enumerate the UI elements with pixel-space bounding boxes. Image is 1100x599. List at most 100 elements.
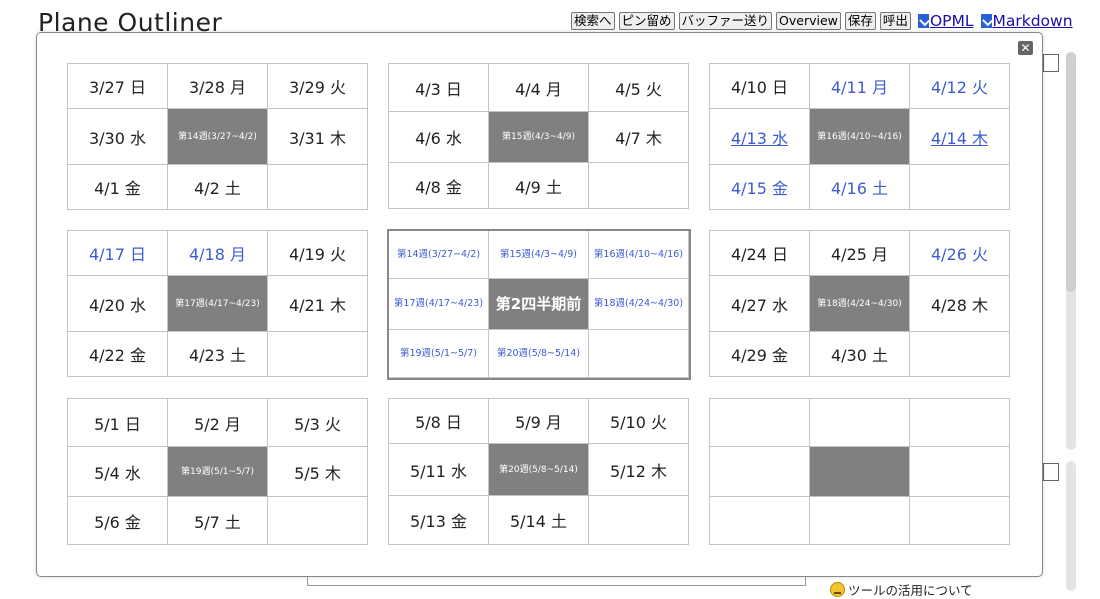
- quarter-week-link[interactable]: 第18週(4/24~4/30): [589, 279, 689, 330]
- close-icon[interactable]: ✕: [1018, 41, 1033, 55]
- day-cell[interactable]: 4/11 月: [810, 64, 910, 109]
- search-button[interactable]: 検索へ: [571, 12, 615, 30]
- week-cell[interactable]: 第14週(3/27~4/2): [168, 109, 268, 165]
- quarter-week-link[interactable]: 第14週(3/27~4/2): [389, 231, 489, 279]
- empty-cell: [268, 497, 368, 545]
- empty-cell: [589, 496, 689, 545]
- day-cell[interactable]: 4/4 月: [489, 64, 589, 112]
- week-grid-20: 5/8 日 5/9 月 5/10 火 5/11 水 第20週(5/8~5/14)…: [388, 398, 689, 545]
- empty-cell: [810, 497, 910, 545]
- day-cell[interactable]: 5/3 火: [268, 399, 368, 447]
- day-cell[interactable]: 4/9 土: [489, 163, 589, 209]
- scrollbar-thumb[interactable]: [1066, 52, 1076, 292]
- day-cell[interactable]: 3/29 火: [268, 64, 368, 109]
- quarter-title-cell[interactable]: 第2四半期前: [489, 279, 589, 330]
- help-link[interactable]: ツールの活用について: [830, 580, 973, 599]
- day-cell[interactable]: 5/7 土: [168, 497, 268, 545]
- markdown-link-label: Markdown: [992, 12, 1073, 30]
- week-cell[interactable]: 第17週(4/17~4/23): [168, 276, 268, 332]
- day-cell[interactable]: 3/30 水: [68, 109, 168, 165]
- day-cell[interactable]: 4/26 火: [910, 231, 1010, 276]
- week-grid-14: 3/27 日 3/28 月 3/29 火 3/30 水 第14週(3/27~4/…: [67, 63, 368, 210]
- empty-cell: [268, 165, 368, 210]
- empty-cell: [710, 447, 810, 497]
- day-cell[interactable]: 4/27 水: [710, 276, 810, 332]
- day-cell[interactable]: 4/16 土: [810, 165, 910, 210]
- day-cell[interactable]: 3/31 木: [268, 109, 368, 165]
- markdown-download-link[interactable]: Markdown: [980, 12, 1073, 30]
- quarter-week-link[interactable]: 第15週(4/3~4/9): [489, 231, 589, 279]
- week-cell[interactable]: 第15週(4/3~4/9): [489, 112, 589, 163]
- day-cell[interactable]: 5/8 日: [389, 399, 489, 444]
- day-cell[interactable]: 5/10 火: [589, 399, 689, 444]
- day-cell[interactable]: 3/27 日: [68, 64, 168, 109]
- day-cell[interactable]: 5/9 月: [489, 399, 589, 444]
- day-cell[interactable]: 4/15 金: [710, 165, 810, 210]
- day-cell[interactable]: 4/29 金: [710, 332, 810, 377]
- day-cell[interactable]: 5/14 土: [489, 496, 589, 545]
- empty-cell: [810, 399, 910, 447]
- week-grid-19: 5/1 日 5/2 月 5/3 火 5/4 水 第19週(5/1~5/7) 5/…: [67, 398, 368, 545]
- week-cell[interactable]: 第16週(4/10~4/16): [810, 109, 910, 165]
- day-cell[interactable]: 5/6 金: [68, 497, 168, 545]
- load-button[interactable]: 呼出: [879, 12, 911, 30]
- week-cell[interactable]: 第19週(5/1~5/7): [168, 447, 268, 497]
- day-cell[interactable]: 4/21 木: [268, 276, 368, 332]
- help-link-label: ツールの活用について: [848, 583, 973, 598]
- week-cell[interactable]: 第18週(4/24~4/30): [810, 276, 910, 332]
- empty-cell: [910, 497, 1010, 545]
- empty-cell: [710, 497, 810, 545]
- pin-button[interactable]: ピン留め: [618, 12, 675, 30]
- background-checkbox[interactable]: [1043, 463, 1059, 481]
- day-cell[interactable]: 4/20 水: [68, 276, 168, 332]
- opml-download-link[interactable]: OPML: [917, 12, 974, 30]
- day-cell[interactable]: 5/12 木: [589, 444, 689, 496]
- day-cell[interactable]: 4/7 木: [589, 112, 689, 163]
- day-link-cell[interactable]: 4/14 木: [910, 109, 1010, 165]
- week-grid-18: 4/24 日 4/25 月 4/26 火 4/27 水 第18週(4/24~4/…: [709, 230, 1010, 377]
- quarter-week-link[interactable]: 第20週(5/8~5/14): [489, 330, 589, 378]
- empty-week-cell: [810, 447, 910, 497]
- empty-cell: [710, 399, 810, 447]
- quarter-week-link[interactable]: 第19週(5/1~5/7): [389, 330, 489, 378]
- day-cell[interactable]: 4/18 月: [168, 231, 268, 276]
- empty-cell: [910, 447, 1010, 497]
- day-cell[interactable]: 4/24 日: [710, 231, 810, 276]
- day-link-cell[interactable]: 4/13 水: [710, 109, 810, 165]
- day-cell[interactable]: 4/22 金: [68, 332, 168, 377]
- day-cell[interactable]: 4/1 金: [68, 165, 168, 210]
- day-cell[interactable]: 5/1 日: [68, 399, 168, 447]
- day-cell[interactable]: 4/23 土: [168, 332, 268, 377]
- day-cell[interactable]: 4/12 火: [910, 64, 1010, 109]
- day-cell[interactable]: 5/13 金: [389, 496, 489, 545]
- day-cell[interactable]: 4/25 月: [810, 231, 910, 276]
- buffer-send-button[interactable]: バッファー送り: [678, 12, 773, 30]
- toolbar: 検索へ ピン留め バッファー送り Overview 保存 呼出 OPML Mar…: [571, 12, 1073, 30]
- day-cell[interactable]: 4/28 木: [910, 276, 1010, 332]
- overview-button[interactable]: Overview: [776, 12, 841, 30]
- day-cell[interactable]: 4/17 日: [68, 231, 168, 276]
- week-grid-16: 4/10 日 4/11 月 4/12 火 4/13 水 第16週(4/10~4/…: [709, 63, 1010, 210]
- day-cell[interactable]: 4/19 火: [268, 231, 368, 276]
- background-checkbox[interactable]: [1043, 54, 1059, 72]
- day-cell[interactable]: 4/3 日: [389, 64, 489, 112]
- quarter-week-link[interactable]: 第17週(4/17~4/23): [389, 279, 489, 330]
- day-cell[interactable]: 5/4 水: [68, 447, 168, 497]
- day-cell[interactable]: 4/5 火: [589, 64, 689, 112]
- day-cell[interactable]: 4/8 金: [389, 163, 489, 209]
- empty-grid: [709, 398, 1010, 545]
- save-button[interactable]: 保存: [844, 12, 876, 30]
- day-cell[interactable]: 5/5 木: [268, 447, 368, 497]
- day-cell[interactable]: 4/30 土: [810, 332, 910, 377]
- download-icon: [917, 14, 929, 28]
- day-cell[interactable]: 5/2 月: [168, 399, 268, 447]
- week-grid-15: 4/3 日 4/4 月 4/5 火 4/6 水 第15週(4/3~4/9) 4/…: [388, 63, 689, 209]
- week-cell[interactable]: 第20週(5/8~5/14): [489, 444, 589, 496]
- day-cell[interactable]: 4/6 水: [389, 112, 489, 163]
- day-cell[interactable]: 4/10 日: [710, 64, 810, 109]
- scrollbar-track[interactable]: [1066, 461, 1076, 591]
- day-cell[interactable]: 5/11 水: [389, 444, 489, 496]
- day-cell[interactable]: 4/2 土: [168, 165, 268, 210]
- quarter-week-link[interactable]: 第16週(4/10~4/16): [589, 231, 689, 279]
- day-cell[interactable]: 3/28 月: [168, 64, 268, 109]
